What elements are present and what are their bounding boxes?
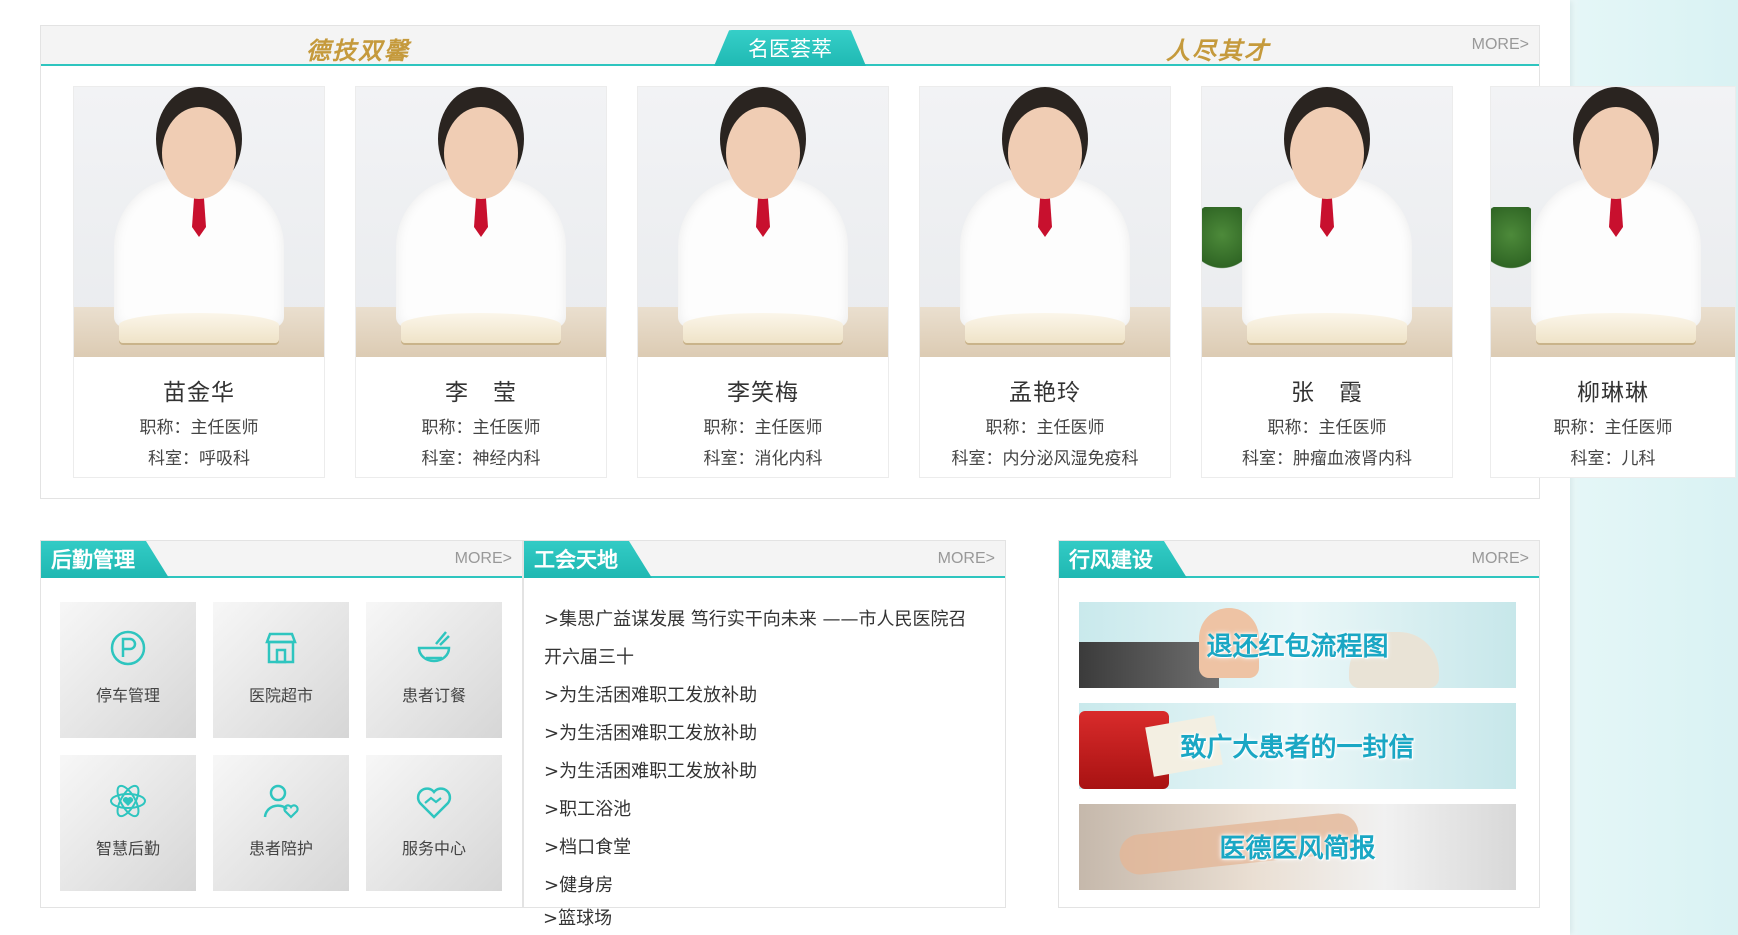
doctor-dept: 科室：儿科 [1570, 449, 1656, 469]
doctor-name: 李笑梅 [727, 380, 799, 406]
doctor-title: 职称：主任医师 [1267, 418, 1387, 438]
list-item[interactable]: >为生活困难职工发放补助 [544, 677, 994, 715]
union-section: 工会天地 MORE> >集思广益谋发展 笃行实干向未来 ——市人民医院召 开六届… [523, 540, 1006, 908]
union-header: 工会天地 MORE> [524, 541, 1005, 578]
tile-patient-care[interactable]: 患者陪护 [213, 755, 349, 891]
banner-ethics-bulletin[interactable]: 医德医风简报 [1079, 804, 1516, 890]
tile-label: 服务中心 [401, 839, 466, 858]
list-item[interactable]: >集思广益谋发展 笃行实干向未来 ——市人民医院召 [544, 601, 994, 639]
banner-text: 致广大患者的一封信 [1180, 733, 1415, 763]
doctor-name: 张 霞 [1291, 380, 1363, 406]
logistics-title[interactable]: 后勤管理 [41, 541, 169, 578]
doctor-name: 李 莹 [445, 380, 517, 406]
parking-icon [110, 630, 146, 666]
doctor-title: 职称：主任医师 [1553, 418, 1673, 438]
banner-text: 医德医风简报 [1219, 834, 1376, 864]
doctor-photo[interactable] [638, 87, 888, 357]
list-item[interactable]: >为生活困难职工发放补助 [544, 753, 994, 791]
tile-service-center[interactable]: 服务中心 [366, 755, 502, 891]
doctor-name: 柳琳琳 [1577, 380, 1649, 406]
conduct-more-link[interactable]: MORE> [1472, 550, 1529, 568]
doctor-photo[interactable] [356, 87, 606, 357]
tile-supermarket[interactable]: 医院超市 [213, 602, 349, 738]
doctors-header: 德技双馨 名医荟萃 人尽其才 MORE> [41, 26, 1539, 66]
store-icon [265, 632, 297, 664]
caregiver-icon [263, 784, 299, 819]
union-title[interactable]: 工会天地 [524, 541, 652, 578]
tile-smart-logistics[interactable]: 智慧后勤 [60, 755, 196, 891]
tile-label: 患者陪护 [248, 839, 313, 858]
slogan-left: 德技双馨 [306, 36, 410, 65]
banner-text: 退还红包流程图 [1206, 632, 1389, 662]
banner-red-envelope-return[interactable]: 退还红包流程图 [1079, 602, 1516, 688]
doctor-card[interactable]: 孟艳玲 职称：主任医师 科室：内分泌风湿免疫科 [919, 86, 1171, 478]
tile-label: 智慧后勤 [95, 839, 160, 858]
tile-meal-order[interactable]: 患者订餐 [366, 602, 502, 738]
list-item[interactable]: >健身房 [544, 867, 994, 905]
doctor-title: 职称：主任医师 [421, 418, 541, 438]
conduct-header: 行风建设 MORE> [1059, 541, 1539, 578]
banner-letter-to-patients[interactable]: 致广大患者的一封信 [1079, 703, 1516, 789]
doctor-photo[interactable] [1202, 87, 1452, 357]
doctors-section: 德技双馨 名医荟萃 人尽其才 MORE> 苗金华 职称：主任医师 科室：呼吸科 … [40, 25, 1540, 499]
list-item[interactable]: >为生活困难职工发放补助 [544, 715, 994, 753]
doctor-name: 孟艳玲 [1009, 380, 1081, 406]
doctor-card[interactable]: 苗金华 职称：主任医师 科室：呼吸科 [73, 86, 325, 478]
tile-label: 医院超市 [248, 686, 313, 705]
union-news-list: >集思广益谋发展 笃行实干向未来 ——市人民医院召 开六届三十 >为生活困难职工… [544, 601, 994, 905]
handshake-heart-icon [416, 787, 452, 819]
doctor-dept: 科室：神经内科 [421, 449, 541, 469]
doctor-photo[interactable] [74, 87, 324, 357]
doctor-dept: 科室：消化内科 [703, 449, 823, 469]
doctor-card[interactable]: 李笑梅 职称：主任医师 科室：消化内科 [637, 86, 889, 478]
doctor-title: 职称：主任医师 [139, 418, 259, 438]
doctors-more-link[interactable]: MORE> [1472, 36, 1529, 54]
list-item[interactable]: >职工浴池 [544, 791, 994, 829]
logistics-header: 后勤管理 MORE> [41, 541, 522, 578]
slogan-right: 人尽其才 [1166, 36, 1270, 65]
doctor-dept: 科室：肿瘤血液肾内科 [1242, 449, 1412, 469]
doctor-name: 苗金华 [163, 380, 235, 406]
list-item[interactable]: 开六届三十 [544, 639, 994, 677]
doctor-card[interactable]: 张 霞 职称：主任医师 科室：肿瘤血液肾内科 [1201, 86, 1453, 478]
logistics-more-link[interactable]: MORE> [455, 550, 512, 568]
doctor-card[interactable]: 李 莹 职称：主任医师 科室：神经内科 [355, 86, 607, 478]
tile-label: 停车管理 [95, 686, 160, 705]
doctor-card[interactable]: 柳琳琳 职称：主任医师 科室：儿科 [1490, 86, 1736, 478]
doctor-dept: 科室：内分泌风湿免疫科 [951, 449, 1139, 469]
doctor-photo[interactable] [1491, 87, 1735, 357]
meal-bowl-icon [417, 631, 451, 663]
doctor-title: 职称：主任医师 [703, 418, 823, 438]
page: 德技双馨 名医荟萃 人尽其才 MORE> 苗金华 职称：主任医师 科室：呼吸科 … [0, 0, 1570, 935]
list-item[interactable]: >篮球场 [543, 904, 612, 934]
tile-parking[interactable]: 停车管理 [60, 602, 196, 738]
union-more-link[interactable]: MORE> [938, 550, 995, 568]
list-item[interactable]: >档口食堂 [544, 829, 994, 867]
conduct-title[interactable]: 行风建设 [1059, 541, 1187, 578]
doctor-title: 职称：主任医师 [985, 418, 1105, 438]
doctor-dept: 科室：呼吸科 [148, 449, 250, 469]
logistics-section: 后勤管理 MORE> 停车管理 医院超市 患者订餐 智慧后勤 患者陪护 服务中心 [40, 540, 523, 908]
conduct-section: 行风建设 MORE> 退还红包流程图 致广大患者的一封信 医德医风简报 [1058, 540, 1540, 908]
atom-heart-icon [110, 784, 146, 818]
doctor-photo[interactable] [920, 87, 1170, 357]
tile-label: 患者订餐 [401, 686, 466, 705]
tab-famous-doctors[interactable]: 名医荟萃 [714, 30, 866, 66]
